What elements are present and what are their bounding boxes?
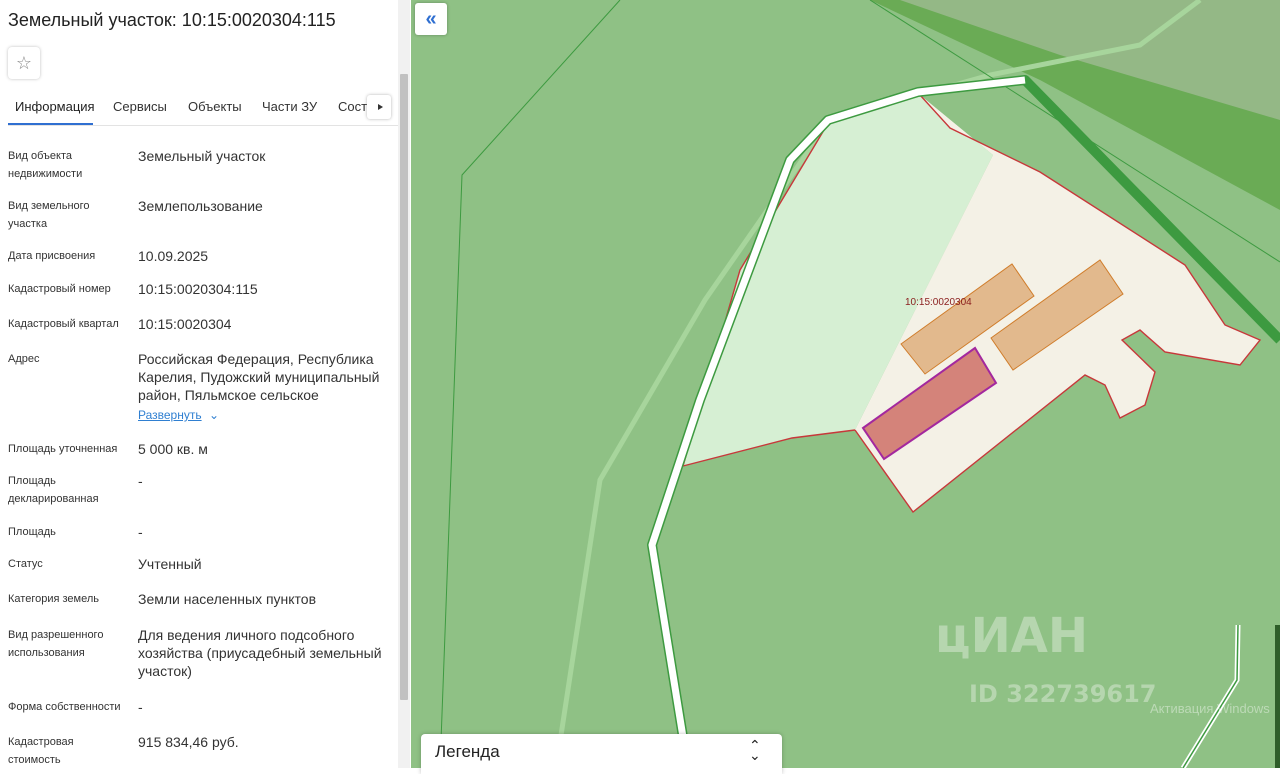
field-value: Земельный участок [138, 148, 266, 164]
expand-collapse-icon[interactable]: ⌃ ⌄ [749, 738, 761, 762]
field-label: Вид объекта недвижимости [8, 150, 83, 180]
star-outline-icon: ☆ [15, 52, 33, 73]
map-edge-strip [1275, 625, 1280, 768]
field-label: Дата присвоения [8, 250, 96, 262]
address-expand-link[interactable]: Развернуть [138, 408, 202, 422]
tabs-scroll-right-button[interactable] [367, 95, 391, 119]
field-label: Категория земель [8, 593, 99, 605]
field-value: Для ведения личного подсобного хозяйства… [138, 627, 382, 679]
windows-activation-overlay: Активация Windows [1150, 701, 1270, 716]
map-view[interactable] [411, 0, 1280, 768]
field-value: - [138, 524, 143, 540]
field-label: Вид земельного участка [8, 200, 90, 230]
field-label: Кадастровый квартал [8, 318, 119, 330]
double-chevron-left-icon: « [425, 7, 437, 30]
watermark-logo: цИАН [935, 608, 1089, 664]
collapse-panel-button[interactable]: « [415, 3, 447, 35]
tab-objects[interactable]: Объекты [188, 99, 242, 114]
tab-info[interactable]: Информация [15, 99, 95, 114]
map-canvas[interactable] [411, 0, 1280, 768]
info-panel: Земельный участок: 10:15:0020304:115 ☆ И… [0, 0, 398, 768]
field-label: Вид разрешенного использования [8, 629, 104, 659]
legend-panel[interactable]: Легенда ⌃ ⌄ [421, 734, 782, 774]
field-label: Площадь [8, 526, 56, 538]
favorite-button[interactable]: ☆ [8, 47, 40, 79]
watermark-id: ID 322739617 [969, 680, 1157, 708]
field-value: 10:15:0020304 [138, 316, 232, 332]
field-value: Учтенный [138, 556, 202, 572]
field-label: Площадь уточненная [8, 443, 118, 455]
parcel-label[interactable]: 10:15:0020304 [905, 297, 972, 308]
field-value: - [138, 473, 143, 489]
field-value: Российская Федерация, Республика Карелия… [138, 351, 380, 403]
field-label: Кадастровый номер [8, 283, 111, 295]
field-value: Землепользование [138, 198, 263, 214]
tab-bar: Информация Сервисы Объекты Части ЗУ Сост… [8, 91, 398, 126]
legend-title: Легенда [435, 742, 500, 761]
tab-parts[interactable]: Части ЗУ [262, 99, 317, 114]
field-value: - [138, 699, 143, 715]
field-value: 915 834,46 руб. [138, 734, 239, 750]
field-value: Земли населенных пунктов [138, 591, 317, 607]
field-label: Площадь декларированная [8, 475, 99, 505]
field-value: 10.09.2025 [138, 248, 209, 264]
active-tab-indicator [8, 123, 93, 125]
page-title: Земельный участок: 10:15:0020304:115 [8, 10, 336, 30]
panel-scrollbar-thumb[interactable] [400, 74, 408, 700]
caret-right-icon [377, 104, 383, 110]
tab-services[interactable]: Сервисы [113, 99, 167, 114]
field-value: 10:15:0020304:115 [138, 281, 258, 297]
chevron-down-icon[interactable]: ⌄ [209, 408, 219, 422]
field-label: Статус [8, 558, 43, 570]
field-value: 5 000 кв. м [138, 441, 208, 457]
field-label: Форма собственности [8, 701, 121, 713]
field-label: Адрес [8, 353, 40, 365]
field-label: Кадастровая стоимость [8, 736, 74, 766]
